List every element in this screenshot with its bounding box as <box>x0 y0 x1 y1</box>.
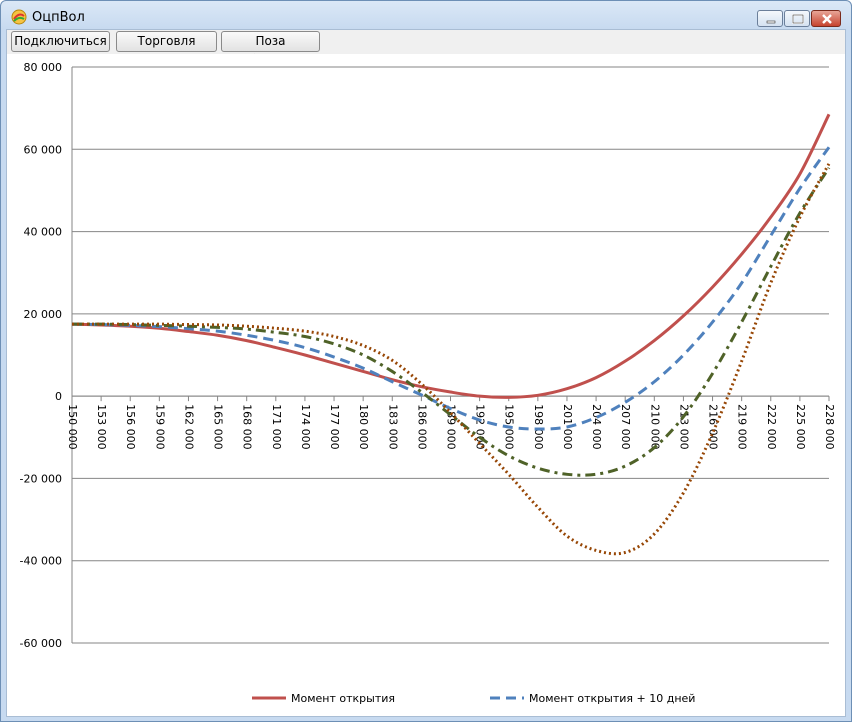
app-logo-icon <box>11 9 27 25</box>
maximize-button[interactable] <box>784 10 810 27</box>
minimize-button[interactable] <box>757 10 783 27</box>
y-tick-label: -60 000 <box>20 637 62 650</box>
toolbar: Подключиться Торговля Поза (обновить) <box>7 30 845 67</box>
y-tick-label: 40 000 <box>24 226 63 239</box>
x-tick-label: 225 000 <box>794 404 807 450</box>
series-line-4 <box>72 162 831 556</box>
x-tick-label: 159 000 <box>153 404 166 450</box>
minimize-icon <box>766 20 776 24</box>
chart-area: 80 000 60 000 40 000 20 000 0 -20 000 -40 000 -… <box>7 54 845 722</box>
x-tick-label: 168 000 <box>241 404 254 450</box>
x-tick-label: 180 000 <box>357 404 370 450</box>
payoff-chart: 80 000 60 000 40 000 20 000 0 -20 000 -40 000 -… <box>20 61 836 722</box>
x-tick-label: 228 000 <box>823 404 836 450</box>
y-tick-label: -20 000 <box>20 472 62 485</box>
x-tick-label: 198 000 <box>532 404 545 450</box>
x-tick-label: 213 000 <box>677 404 690 450</box>
legend-label: Момент открытия + 10 дней <box>529 692 695 705</box>
x-tick-label: 222 000 <box>765 404 778 450</box>
x-tick-label: 207 000 <box>619 404 632 450</box>
y-tick-label: -40 000 <box>20 555 62 568</box>
x-tick-label: 156 000 <box>124 404 137 450</box>
x-tick-label: 150 000 <box>66 404 79 450</box>
x-tick-label: 165 000 <box>212 404 225 449</box>
close-icon <box>822 14 832 24</box>
app-window: ОцпВол Подключиться Торговля Поза (обнов… <box>0 0 852 722</box>
y-tick-label: 20 000 <box>24 308 63 321</box>
client-area: Подключиться Торговля Поза (обновить) 80… <box>6 29 846 722</box>
y-tick-label: 60 000 <box>24 143 63 156</box>
x-tick-label: 186 000 <box>415 404 428 450</box>
x-tick-label: 204 000 <box>590 404 603 450</box>
x-tick-label: 210 000 <box>648 404 661 450</box>
connect-button[interactable]: Подключиться <box>11 31 110 52</box>
x-tick-label: 216 000 <box>707 404 720 450</box>
maximize-icon <box>792 14 804 24</box>
position-refresh-button[interactable]: Поза (обновить) <box>221 31 320 67</box>
x-tick-label: 171 000 <box>270 404 283 450</box>
x-tick-label: 162 000 <box>182 404 195 450</box>
legend-label: Момент открытия <box>291 692 395 705</box>
title-bar[interactable]: ОцпВол <box>1 1 851 29</box>
series-line-2 <box>71 146 831 431</box>
trade-button[interactable]: Торговля <box>116 31 217 52</box>
x-tick-label: 174 000 <box>299 404 312 450</box>
x-tick-label: 177 000 <box>328 404 341 450</box>
y-tick-label: 80 000 <box>24 61 63 74</box>
series-line-1 <box>71 113 831 399</box>
x-tick-label: 219 000 <box>736 404 749 450</box>
y-tick-label: 0 <box>55 390 62 403</box>
window-title: ОцпВол <box>32 10 85 25</box>
close-button[interactable] <box>811 10 841 27</box>
x-tick-label: 153 000 <box>95 404 108 450</box>
x-tick-label: 183 000 <box>386 404 399 450</box>
